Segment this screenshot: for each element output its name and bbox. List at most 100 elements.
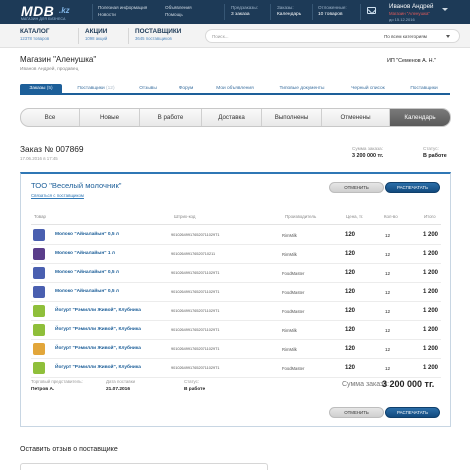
- tab-orders[interactable]: Заказы (5): [20, 84, 62, 94]
- cancel-button[interactable]: ОТМЕНИТЬ: [329, 407, 384, 418]
- product-price: 120: [345, 269, 356, 276]
- product-name[interactable]: Йогурт "Рэмилли Живой", Клубника: [55, 346, 141, 351]
- product-thumbnail: [33, 286, 45, 298]
- divider: [128, 28, 129, 44]
- filter-cancelled[interactable]: Отменены: [322, 109, 390, 126]
- product-name[interactable]: Йогурт "Рэмилли Живой", Клубника: [55, 327, 141, 332]
- column-header-maker: Производитель: [285, 214, 317, 219]
- divider: [78, 28, 79, 44]
- product-maker: RimMilk: [282, 346, 297, 352]
- product-price: 120: [345, 326, 356, 333]
- contact-supplier-link[interactable]: Связаться с поставщиком: [31, 193, 84, 198]
- nav-link-help[interactable]: Помощь: [165, 11, 192, 18]
- product-price: 120: [345, 364, 356, 371]
- product-total: 1 200: [423, 345, 439, 352]
- divider: [224, 4, 225, 20]
- product-maker: RimMilk: [282, 232, 297, 238]
- product-thumbnail: [33, 267, 45, 279]
- table-row[interactable]: Молоко "Айналайын" 1 л 901026499176520710…: [31, 245, 441, 264]
- product-maker: RimMilk: [282, 327, 297, 333]
- chevron-down-icon[interactable]: [446, 35, 450, 38]
- tab-forum[interactable]: Форум: [170, 84, 202, 94]
- product-price: 120: [345, 345, 356, 352]
- divider: [92, 4, 93, 20]
- tab-documents[interactable]: Типовые документы: [268, 84, 336, 94]
- order-status-value: В работе: [423, 153, 447, 159]
- filter-calendar[interactable]: Календарь: [390, 109, 450, 126]
- product-name[interactable]: Йогурт "Рэмилли Живой", Клубника: [55, 365, 141, 370]
- review-title: Оставить отзыв о поставщике: [20, 446, 118, 453]
- filter-delivery[interactable]: Доставка: [202, 109, 262, 126]
- filter-completed[interactable]: Выполнены: [262, 109, 322, 126]
- tab-my-ads[interactable]: Мои объявления: [208, 84, 262, 94]
- product-name[interactable]: Молоко "Айналайын" 0,5 л: [55, 270, 119, 275]
- product-price: 120: [345, 288, 356, 295]
- product-barcode: 901026499176520711029T1: [171, 366, 220, 370]
- order-sum-label: Сумма заказа:: [352, 146, 383, 151]
- product-barcode: 901026499176520711029T1: [171, 328, 220, 332]
- product-total: 1 200: [423, 364, 439, 371]
- product-maker: FoodMaster: [282, 308, 305, 314]
- user-name: Иванов Андрей: [389, 3, 434, 10]
- print-button[interactable]: РАСПЕЧАТАТЬ: [385, 407, 440, 418]
- product-thumbnail: [33, 305, 45, 317]
- divider: [31, 224, 441, 225]
- product-thumbnail: [33, 362, 45, 374]
- product-qty: 12: [385, 365, 391, 371]
- search-placeholder: Поиск...: [212, 33, 229, 39]
- order-status-label: Статус:: [423, 146, 439, 151]
- table-row[interactable]: Йогурт "Рэмилли Живой", Клубника 90102649…: [31, 321, 441, 340]
- chevron-down-icon[interactable]: [442, 8, 448, 11]
- shop-owner: Иванов Андрей, продавец: [20, 67, 79, 72]
- order-number: Заказ № 007869: [20, 144, 84, 154]
- mail-icon[interactable]: [367, 7, 376, 14]
- footer-status-label: Статус:: [184, 379, 200, 384]
- product-total: 1 200: [423, 250, 439, 257]
- product-barcode: 901026499176520711029T1: [171, 271, 220, 275]
- print-button[interactable]: РАСПЕЧАТАТЬ: [385, 182, 440, 193]
- tab-reviews[interactable]: Отзывы: [130, 84, 166, 94]
- user-shop: Магазин "Аленушка": [389, 11, 430, 16]
- rep-label: Торговый представитель:: [31, 379, 83, 384]
- search-input[interactable]: Поиск... По всем категориям: [205, 29, 460, 43]
- product-total: 1 200: [423, 231, 439, 238]
- product-name[interactable]: Молоко "Айналайын" 0,5 л: [55, 289, 119, 294]
- tab-suppliers-2[interactable]: Поставщики: [400, 84, 448, 94]
- filter-in-progress[interactable]: В работе: [140, 109, 202, 126]
- filter-new[interactable]: Новые: [80, 109, 140, 126]
- nav-link-ads[interactable]: Объявления: [165, 4, 192, 11]
- divider: [360, 4, 361, 20]
- table-row[interactable]: Молоко "Айналайын" 0,5 л 9010264991765207…: [31, 264, 441, 283]
- table-row[interactable]: Йогурт "Рэмилли Живой", Клубника 90102649…: [31, 340, 441, 359]
- table-row[interactable]: Молоко "Айналайын" 0,5 л 9010264991765207…: [31, 283, 441, 302]
- divider: [270, 4, 271, 20]
- table-row[interactable]: Йогурт "Рэмилли Живой", Клубника 90102649…: [31, 359, 441, 378]
- tab-suppliers[interactable]: Поставщики (12): [68, 84, 124, 94]
- table-row[interactable]: Молоко "Айналайын" 0,5 л 9010264991765207…: [31, 226, 441, 245]
- product-total: 1 200: [423, 326, 439, 333]
- product-name[interactable]: Молоко "Айналайын" 1 л: [55, 251, 115, 256]
- product-name[interactable]: Йогурт "Рэмилли Живой", Клубника: [55, 308, 141, 313]
- supplier-name[interactable]: ТОО "Веселый молочник": [31, 181, 121, 190]
- profile-tabs: Заказы (5) Поставщики (12) Отзывы Форум …: [20, 83, 450, 95]
- rep-value: Петров А.: [31, 387, 55, 392]
- product-price: 120: [345, 231, 356, 238]
- product-barcode: 901026499176520711029T1: [171, 290, 220, 294]
- user-subscription-date: до 15.12.2016: [389, 17, 415, 22]
- review-input[interactable]: [20, 463, 268, 470]
- filter-all[interactable]: Все: [21, 109, 80, 126]
- column-header-total: Итого: [424, 214, 436, 219]
- column-header-product: Товар: [34, 214, 46, 219]
- table-row[interactable]: Йогурт "Рэмилли Живой", Клубника 90102649…: [31, 302, 441, 321]
- tab-blacklist[interactable]: Черный список: [342, 84, 394, 94]
- product-name[interactable]: Молоко "Айналайын" 0,5 л: [55, 232, 119, 237]
- order-total-value: 3 200 000 тг.: [382, 379, 435, 389]
- nav-link-news[interactable]: Новости: [98, 11, 147, 18]
- cancel-button[interactable]: ОТМЕНИТЬ: [329, 182, 384, 193]
- column-header-barcode: Штрих-код: [174, 214, 196, 219]
- order-date: 17.06.2016 в 17:45: [20, 156, 58, 161]
- brand-logo[interactable]: MDB .kz МАГАЗИН ДЛЯ БИЗНЕСА: [21, 3, 81, 21]
- product-total: 1 200: [423, 307, 439, 314]
- category-select[interactable]: По всем категориям: [384, 34, 427, 39]
- nav-link-useful-info[interactable]: Полезная информация: [98, 4, 147, 11]
